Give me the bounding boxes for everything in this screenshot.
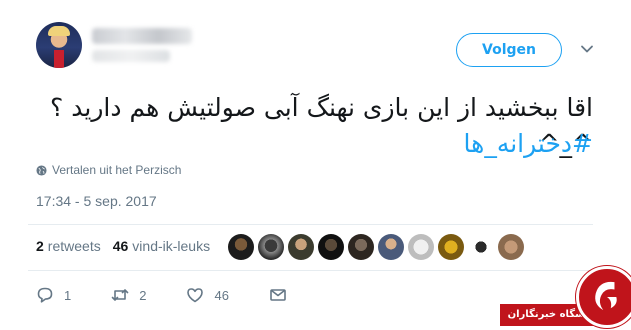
tweet-timestamp[interactable]: 17:34 - 5 sep. 2017 [36,193,157,209]
likes-label[interactable]: vind-ik-leuks [132,238,210,254]
reply-icon [37,287,53,303]
chevron-down-icon[interactable] [580,42,594,56]
liker-avatar[interactable] [228,234,254,260]
liker-avatar[interactable] [438,234,464,260]
translate-label: Vertalen uit het Perzisch [52,163,182,177]
retweets-label[interactable]: retweets [48,238,101,254]
liker-avatar[interactable] [288,234,314,260]
tweet-actions: 1 2 46 [36,286,327,304]
liker-avatars [228,234,524,260]
globe-icon [36,164,47,176]
liker-avatar[interactable] [468,234,494,260]
engagement-stats: 2 retweets 46 vind-ik-leuks [36,238,222,254]
like-button[interactable]: 46 [186,286,229,304]
author-handle-blurred [92,50,170,62]
author-name-blurred [92,28,192,44]
reply-count: 1 [64,287,72,303]
liker-avatar[interactable] [318,234,344,260]
liker-avatar[interactable] [258,234,284,260]
retweet-button[interactable]: 2 [111,286,146,304]
liker-avatar[interactable] [348,234,374,260]
heart-icon [187,288,204,303]
watermark-emblem [576,266,631,328]
watermark-logo: باشگاه خبرنگاران [500,258,631,330]
direct-message-button[interactable] [269,286,287,304]
liker-avatar[interactable] [408,234,434,260]
follow-button[interactable]: Volgen [456,33,562,67]
retweet-count: 2 [139,287,147,303]
tweet-card: Volgen اقا ببخشید از این بازی نهنگ آبی ص… [0,0,631,330]
retweet-icon [111,289,129,301]
author-avatar[interactable] [36,22,82,68]
translate-link[interactable]: Vertalen uit het Perzisch [36,163,181,177]
message-icon [270,289,286,301]
divider-top [28,224,593,225]
like-count: 46 [214,287,229,303]
liker-avatar[interactable] [378,234,404,260]
liker-avatar[interactable] [498,234,524,260]
retweets-count[interactable]: 2 [36,238,44,254]
watermark-emblem-icon [595,281,617,311]
tweet-hashtag[interactable]: #دخترانه_ها [28,126,593,162]
likes-count[interactable]: 46 [113,238,129,254]
reply-button[interactable]: 1 [36,286,71,304]
